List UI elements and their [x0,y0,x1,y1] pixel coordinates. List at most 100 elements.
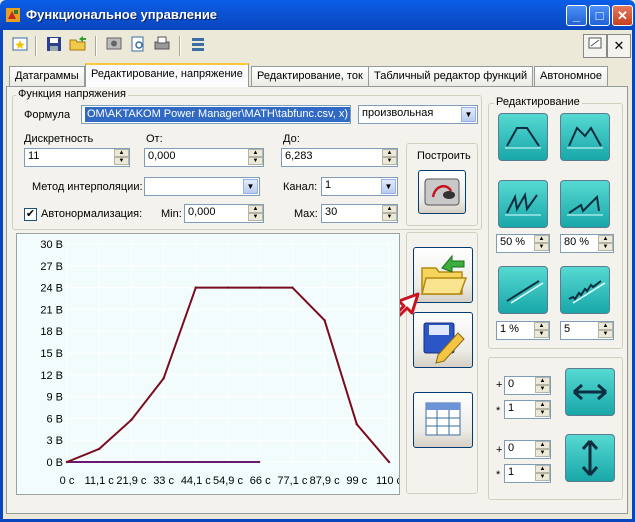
percent-value-1: 50 % [500,236,526,248]
value-4: 5 [564,323,571,335]
toolbar-separator [95,36,97,56]
open-function-button[interactable] [413,247,473,303]
rise-fall-button[interactable] [498,113,548,161]
offset-stepper-1[interactable]: ▲ ▼ [535,377,550,394]
formula-input[interactable]: OM\AKTAKOM Power Manager\MATH\tabfunc.cs… [81,105,351,124]
to-input[interactable]: 6,283 ▲ ▼ [281,148,398,167]
vertical-arrows-icon [581,440,599,476]
settings-icon[interactable] [187,35,209,57]
percent-value-2: 80 % [564,236,590,248]
percent-stepper-3[interactable]: ▲ ▼ [534,322,549,339]
y-tick-label: 30 В [40,239,63,251]
value-input-4[interactable]: 5 ▲ ▼ [560,321,614,340]
max-input[interactable]: 30 ▲ ▼ [321,204,398,223]
tab-autonomous[interactable]: Автономное [534,66,609,86]
from-input[interactable]: 0,000 ▲ ▼ [144,148,264,167]
chevron-down-icon[interactable]: ▼ [381,179,396,194]
scale-input-1[interactable]: 1 ▲ ▼ [504,400,551,419]
build-icon [424,178,460,206]
channel-select[interactable]: 1 ▼ [321,177,398,196]
window-title: Функциональное управление [26,7,218,22]
percent-input-1[interactable]: 50 % ▲ ▼ [496,234,550,253]
edit-group-legend: Редактирование [494,96,582,108]
y-tick-label: 3 В [46,435,63,447]
discretization-stepper[interactable]: ▲ ▼ [114,149,129,166]
min-input[interactable]: 0,000 ▲ ▼ [184,204,264,223]
scale-stepper-1[interactable]: ▲ ▼ [535,401,550,418]
value-stepper-4[interactable]: ▲ ▼ [598,322,613,339]
percent-stepper-1[interactable]: ▲ ▼ [534,235,549,252]
y-tick-label: 18 В [40,326,63,338]
voltage-data-point [162,377,165,380]
offset-input-2[interactable]: 0 ▲ ▼ [504,440,551,459]
close-doc-icon[interactable]: ✕ [607,34,631,58]
x-tick-label: 0 с [60,475,75,487]
table-button[interactable] [413,392,473,448]
open-icon[interactable] [67,35,89,57]
chevron-down-icon[interactable]: ▼ [461,107,476,122]
tab-datagrams[interactable]: Датаграммы [9,66,85,86]
discretization-input[interactable]: 11 ▲ ▼ [24,148,130,167]
percent-input-2[interactable]: 80 % ▲ ▼ [560,234,614,253]
ramp-button[interactable] [560,180,610,228]
vertical-stretch-button[interactable] [565,434,615,482]
offset-stepper-2[interactable]: ▲ ▼ [535,441,550,458]
tab-table-editor[interactable]: Табличный редактор функций [368,66,534,86]
voltage-data-point [194,286,197,289]
x-tick-label: 87,9 с [310,475,340,487]
offset-sign-2: + [496,444,503,456]
function-mode-select[interactable]: произвольная ▼ [358,105,478,124]
scale-value-2: 1 [508,466,515,478]
max-stepper[interactable]: ▲ ▼ [382,205,397,222]
percent-stepper-2[interactable]: ▲ ▼ [598,235,613,252]
close-button[interactable]: ✕ [612,5,633,26]
y-tick-label: 21 В [40,304,63,316]
from-stepper[interactable]: ▲ ▼ [248,149,263,166]
tab-edit-voltage[interactable]: Редактирование, напряжение [85,63,249,87]
function-mode-value: произвольная [362,107,434,119]
minimize-button[interactable]: _ [566,5,587,26]
ramp-icon [567,194,603,216]
noise-line-button[interactable] [498,266,548,314]
max-label: Max: [294,208,318,220]
percent-value-3: 1 % [500,323,519,335]
offset-value-2: 0 [508,442,515,454]
maximize-button[interactable]: □ [589,5,610,26]
build-button[interactable] [418,170,466,214]
save-function-button[interactable] [413,312,473,368]
x-tick-label: 110 с [376,475,399,487]
formula-value: OM\AKTAKOM Power Manager\MATH\tabfunc.cs… [85,107,350,122]
voltage-data-point [355,423,358,426]
export-icon[interactable] [583,34,607,58]
trapezoid-wave-icon [505,127,541,149]
percent-input-3[interactable]: 1 % ▲ ▼ [496,321,550,340]
offset-input-1[interactable]: 0 ▲ ▼ [504,376,551,395]
discretization-value: 11 [28,150,40,162]
voltage-data-point [291,286,294,289]
page-icon[interactable] [127,35,149,57]
min-stepper[interactable]: ▲ ▼ [248,205,263,222]
autonorm-checkbox[interactable]: ✔ [24,208,37,221]
y-tick-label: 6 В [46,413,63,425]
x-tick-label: 21,9 с [116,475,146,487]
jitter-line-button[interactable] [560,266,610,314]
sawtooth-button[interactable] [498,180,548,228]
jitter-line-icon [568,280,606,304]
new-icon[interactable] [9,35,31,57]
scale-value-1: 1 [508,402,515,414]
scale-input-2[interactable]: 1 ▲ ▼ [504,464,551,483]
tab-edit-current[interactable]: Редактирование, ток [251,66,369,86]
interpolation-select[interactable]: ▼ [144,177,260,196]
x-tick-label: 99 с [346,475,367,487]
horizontal-stretch-button[interactable] [565,368,615,416]
y-tick-label: 9 В [46,392,63,404]
to-stepper[interactable]: ▲ ▼ [382,149,397,166]
preview-icon[interactable] [103,35,125,57]
y-tick-label: 0 В [46,457,63,469]
min-value: 0,000 [188,206,216,218]
smooth-wave-button[interactable] [560,113,610,161]
save-icon[interactable] [43,35,65,57]
print-icon[interactable] [151,35,173,57]
scale-stepper-2[interactable]: ▲ ▼ [535,465,550,482]
chevron-down-icon[interactable]: ▼ [243,179,258,194]
